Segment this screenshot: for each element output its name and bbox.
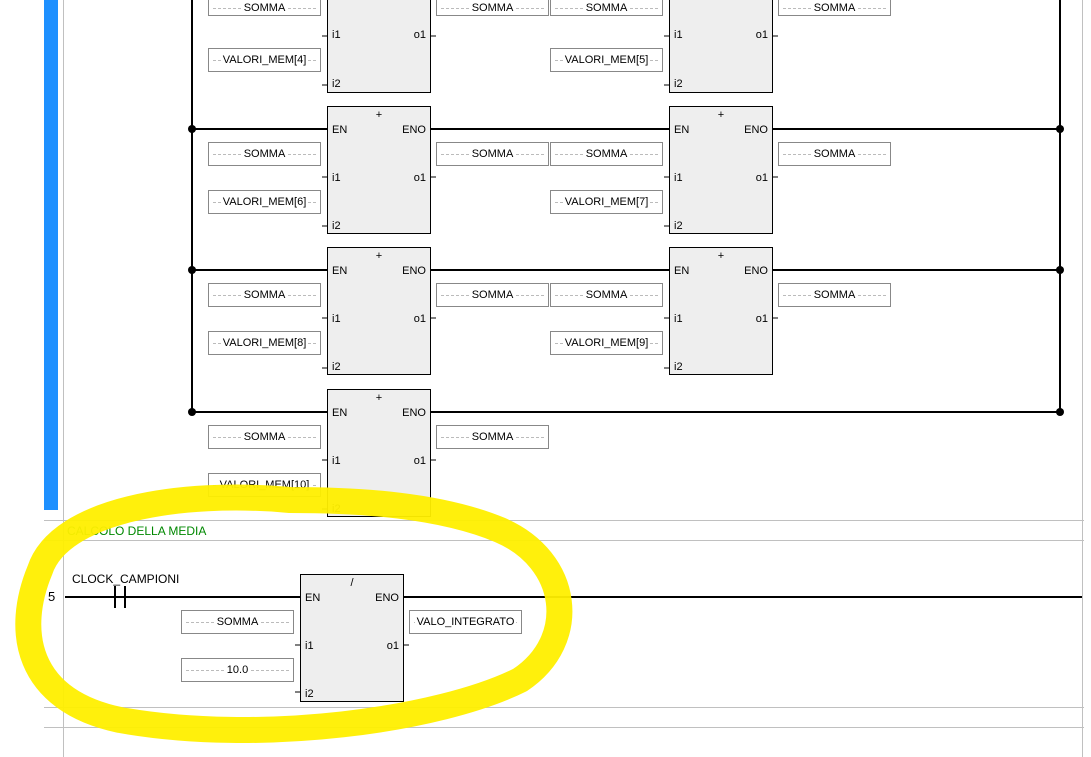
op-label: + <box>328 392 430 404</box>
tag-output[interactable]: SOMMA <box>778 0 891 16</box>
pin-en: EN <box>332 124 347 136</box>
tag-input[interactable]: SOMMA <box>208 0 321 16</box>
tag-input[interactable]: SOMMA <box>208 142 321 166</box>
pin-i2: i2 <box>674 220 683 232</box>
wire-layer <box>0 0 1091 757</box>
tag-output[interactable]: SOMMA <box>778 142 891 166</box>
pin-i2: i2 <box>332 78 341 90</box>
pin-o1: o1 <box>756 313 768 325</box>
tag-output[interactable]: SOMMA <box>778 283 891 307</box>
tag-output[interactable]: SOMMA <box>436 142 549 166</box>
rung-separator <box>44 540 1084 541</box>
pin-i1: i1 <box>332 313 341 325</box>
pin-eno: ENO <box>402 407 426 419</box>
pin-en: EN <box>305 592 320 604</box>
tag-input[interactable]: SOMMA <box>208 425 321 449</box>
fbd-block-add[interactable]: + EN ENO i1 i2 o1 <box>327 106 431 234</box>
no-contact[interactable] <box>110 586 130 608</box>
pin-eno: ENO <box>402 265 426 277</box>
pin-i1: i1 <box>674 29 683 41</box>
pin-en: EN <box>332 265 347 277</box>
pin-i1: i1 <box>674 313 683 325</box>
op-label: / <box>301 577 403 589</box>
tag-input[interactable]: VALORI_MEM[10] <box>208 473 321 497</box>
tag-output[interactable]: SOMMA <box>436 425 549 449</box>
tag-input[interactable]: VALORI_MEM[4] <box>208 48 321 72</box>
pin-o1: o1 <box>414 172 426 184</box>
tag-input[interactable]: SOMMA <box>181 610 294 634</box>
pin-en: EN <box>332 407 347 419</box>
tag-input[interactable]: VALORI_MEM[9] <box>550 331 663 355</box>
pin-o1: o1 <box>756 29 768 41</box>
pin-o1: o1 <box>756 172 768 184</box>
rung-separator <box>44 707 1084 708</box>
pin-i1: i1 <box>332 455 341 467</box>
fbd-block-add[interactable]: + EN ENO i1 i2 o1 <box>327 247 431 375</box>
op-label: + <box>670 109 772 121</box>
contact-variable[interactable]: CLOCK_CAMPIONI <box>72 572 179 586</box>
pin-en: EN <box>674 124 689 136</box>
fbd-block-div[interactable]: / EN ENO i1 i2 o1 <box>300 574 404 702</box>
tag-output[interactable]: SOMMA <box>436 0 549 16</box>
rung-number: 5 <box>48 589 55 604</box>
pin-o1: o1 <box>414 455 426 467</box>
pin-i1: i1 <box>332 172 341 184</box>
pin-o1: o1 <box>414 29 426 41</box>
pin-i1: i1 <box>305 640 314 652</box>
op-label: + <box>670 250 772 262</box>
fbd-block-add[interactable]: + EN ENO i1 i2 o1 <box>327 389 431 517</box>
tag-input[interactable]: 10.0 <box>181 658 294 682</box>
pin-i2: i2 <box>674 78 683 90</box>
pin-eno: ENO <box>744 124 768 136</box>
pin-i1: i1 <box>332 29 341 41</box>
pin-eno: ENO <box>744 265 768 277</box>
tag-input[interactable]: SOMMA <box>550 142 663 166</box>
fbd-block-add[interactable]: i1 i2 o1 <box>669 0 773 93</box>
tag-input[interactable]: VALORI_MEM[8] <box>208 331 321 355</box>
pin-i2: i2 <box>674 361 683 373</box>
pin-i2: i2 <box>332 503 341 515</box>
pin-i1: i1 <box>674 172 683 184</box>
pin-i2: i2 <box>332 361 341 373</box>
pin-en: EN <box>674 265 689 277</box>
ladder-editor-viewport: i1 i2 o1 SOMMA VALORI_MEM[4] SOMMA i1 i2… <box>0 0 1091 757</box>
tag-input[interactable]: SOMMA <box>550 0 663 16</box>
pin-o1: o1 <box>387 640 399 652</box>
tag-output[interactable]: VALO_INTEGRATO <box>409 610 522 634</box>
rung-comment[interactable]: CALCOLO DELLA MEDIA <box>67 524 206 538</box>
pin-eno: ENO <box>375 592 399 604</box>
op-label: + <box>328 250 430 262</box>
tag-input[interactable]: VALORI_MEM[5] <box>550 48 663 72</box>
rung-separator <box>44 727 1084 728</box>
fbd-block-add[interactable]: i1 i2 o1 <box>327 0 431 93</box>
rung-separator <box>44 520 1084 521</box>
tag-input[interactable]: SOMMA <box>550 283 663 307</box>
pin-eno: ENO <box>402 124 426 136</box>
op-label: + <box>328 109 430 121</box>
tag-output[interactable]: SOMMA <box>436 283 549 307</box>
pin-o1: o1 <box>414 313 426 325</box>
tag-input[interactable]: SOMMA <box>208 283 321 307</box>
pin-i2: i2 <box>332 220 341 232</box>
tag-input[interactable]: VALORI_MEM[6] <box>208 190 321 214</box>
fbd-block-add[interactable]: + EN ENO i1 i2 o1 <box>669 106 773 234</box>
fbd-block-add[interactable]: + EN ENO i1 i2 o1 <box>669 247 773 375</box>
tag-input[interactable]: VALORI_MEM[7] <box>550 190 663 214</box>
pin-i2: i2 <box>305 688 314 700</box>
